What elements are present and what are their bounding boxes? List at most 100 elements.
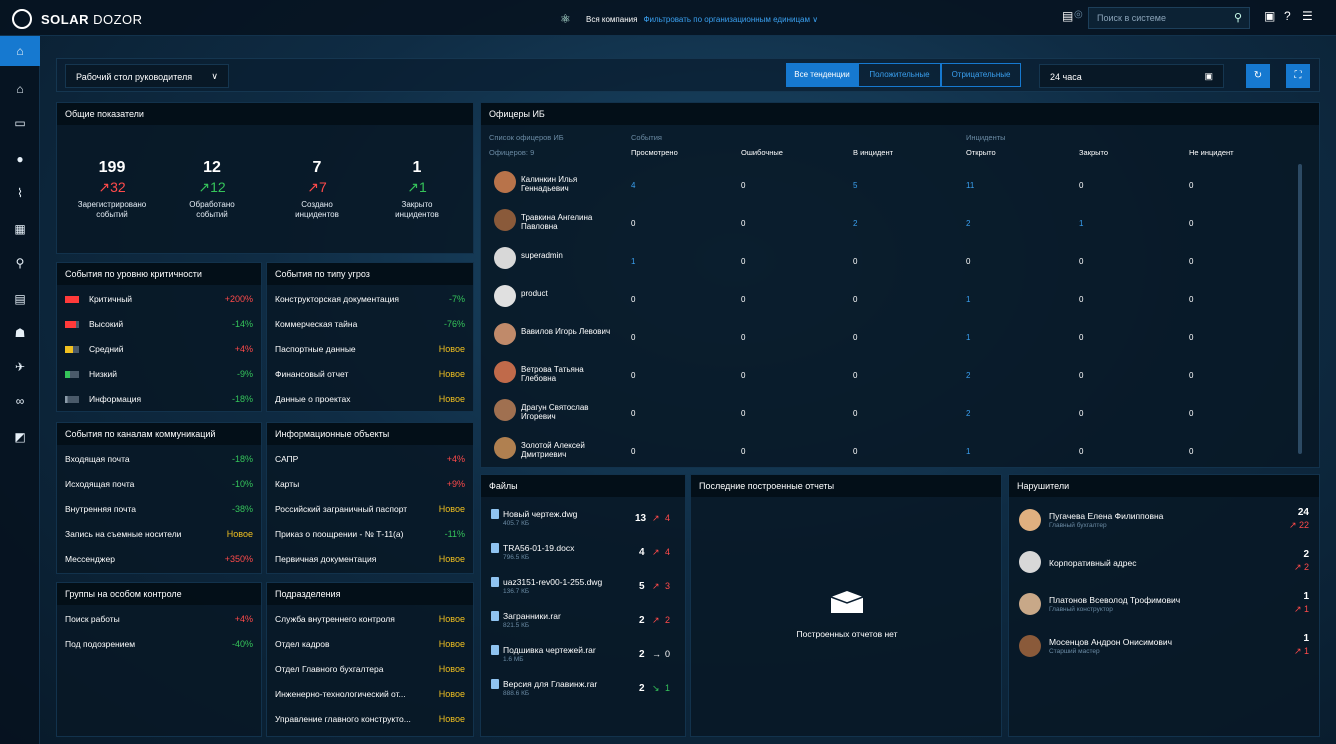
officer-cell[interactable]: 0: [631, 219, 635, 228]
officer-cell[interactable]: 11: [966, 181, 974, 190]
column-header[interactable]: В инцидент: [853, 148, 893, 157]
officer-cell[interactable]: 0: [741, 333, 745, 342]
officer-cell[interactable]: 0: [853, 447, 857, 456]
officer-cell[interactable]: 0: [631, 333, 635, 342]
file-name[interactable]: Новый чертеж.dwg: [503, 509, 577, 519]
department-row[interactable]: Отдел кадров Новое: [275, 636, 465, 652]
officer-name[interactable]: Золотой Алексей Дмитриевич: [521, 441, 611, 459]
file-name[interactable]: TRA56-01-19.docx: [503, 543, 574, 553]
infoobject-row[interactable]: САПР +4%: [275, 451, 465, 467]
channel-row[interactable]: Мессенджер +350%: [65, 551, 253, 567]
officer-cell[interactable]: 0: [1079, 295, 1083, 304]
home-icon[interactable]: ⌂: [0, 36, 40, 66]
officer-name[interactable]: Ветрова Татьяна Глебовна: [521, 365, 611, 383]
channel-row[interactable]: Внутренняя почта -38%: [65, 501, 253, 517]
officer-cell[interactable]: 1: [631, 257, 635, 266]
infoobject-row[interactable]: Карты +9%: [275, 476, 465, 492]
officer-cell[interactable]: 0: [1189, 371, 1193, 380]
kpi-created[interactable]: 7 ↗7 Создано инцидентов: [282, 159, 352, 220]
plane-icon[interactable]: ✈: [0, 352, 40, 382]
officer-cell[interactable]: 0: [1189, 447, 1193, 456]
search-nav-icon[interactable]: ⚲: [0, 248, 40, 278]
officer-cell[interactable]: 5: [853, 181, 857, 190]
officer-cell[interactable]: 0: [631, 371, 635, 380]
officer-cell[interactable]: 1: [966, 333, 970, 342]
violator-name[interactable]: Мосенцов Андрон Онисимович: [1049, 637, 1172, 647]
officer-cell[interactable]: 0: [741, 371, 745, 380]
officer-cell[interactable]: 0: [631, 295, 635, 304]
officer-cell[interactable]: 2: [966, 219, 970, 228]
officer-name[interactable]: Драгун Святослав Игоревич: [521, 403, 611, 421]
officer-cell[interactable]: 0: [1189, 409, 1193, 418]
officer-cell[interactable]: 0: [1079, 333, 1083, 342]
officers-scrollbar[interactable]: [1298, 164, 1302, 454]
officer-name[interactable]: Травкина Ангелина Павловна: [521, 213, 611, 231]
column-header[interactable]: Открыто: [966, 148, 996, 157]
officer-name[interactable]: Калинкин Илья Геннадьевич: [521, 175, 611, 193]
officer-cell[interactable]: 0: [853, 409, 857, 418]
column-header[interactable]: Не инцидент: [1189, 148, 1234, 157]
kpi-processed[interactable]: 12 ↗12 Обработано событий: [177, 159, 247, 220]
officer-cell[interactable]: 0: [1189, 333, 1193, 342]
kpi-closed[interactable]: 1 ↗1 Закрыто инцидентов: [382, 159, 452, 220]
trend-negative-button[interactable]: Отрицательные: [941, 63, 1021, 87]
kpi-registered[interactable]: 199 ↗32 Зарегистрировано событий: [77, 159, 147, 220]
officer-cell[interactable]: 0: [853, 257, 857, 266]
violator-name[interactable]: Пугачева Елена Филипповна: [1049, 511, 1163, 521]
department-row[interactable]: Инженерно-технологический от... Новое: [275, 686, 465, 702]
officer-cell[interactable]: 2: [966, 409, 970, 418]
criticality-row[interactable]: Низкий -9%: [65, 366, 253, 382]
department-row[interactable]: Отдел Главного бухгалтера Новое: [275, 661, 465, 677]
file-name[interactable]: Подшивка чертежей.rar: [503, 645, 596, 655]
officer-cell[interactable]: 2: [966, 371, 970, 380]
violator-name[interactable]: Платонов Всеволод Трофимович: [1049, 595, 1180, 605]
user-menu-icon[interactable]: ☰: [1302, 9, 1313, 23]
officer-cell[interactable]: 0: [853, 371, 857, 380]
officer-cell[interactable]: 0: [1189, 181, 1193, 190]
fullscreen-button[interactable]: ⛶: [1286, 64, 1310, 88]
threat-row[interactable]: Паспортные данные Новое: [275, 341, 465, 357]
column-header[interactable]: Ошибочные: [741, 148, 783, 157]
refresh-button[interactable]: ↻: [1246, 64, 1270, 88]
officer-cell[interactable]: 0: [741, 409, 745, 418]
trend-all-button[interactable]: Все тенденции: [786, 63, 858, 87]
group-row[interactable]: Под подозрением -40%: [65, 636, 253, 652]
file-name[interactable]: Загранники.rar: [503, 611, 561, 621]
column-header[interactable]: Просмотрено: [631, 148, 678, 157]
officer-cell[interactable]: 0: [741, 181, 745, 190]
officer-cell[interactable]: 0: [853, 333, 857, 342]
bitcoin-icon[interactable]: ●: [0, 144, 40, 174]
officer-name[interactable]: superadmin: [521, 251, 611, 260]
officer-cell[interactable]: 0: [1079, 257, 1083, 266]
infoobject-row[interactable]: Первичная документация Новое: [275, 551, 465, 567]
trend-positive-button[interactable]: Положительные: [858, 63, 941, 87]
channel-row[interactable]: Исходящая почта -10%: [65, 476, 253, 492]
officer-cell[interactable]: 0: [1079, 371, 1083, 380]
officer-cell[interactable]: 0: [741, 447, 745, 456]
officer-cell[interactable]: 1: [1079, 219, 1083, 228]
officer-cell[interactable]: 1: [966, 295, 970, 304]
police-icon[interactable]: ☗: [0, 318, 40, 348]
notes-icon[interactable]: ▣: [1264, 9, 1275, 23]
panel-toggle-icon[interactable]: ▤: [1062, 9, 1073, 23]
calendar-icon[interactable]: ▦: [0, 214, 40, 244]
threat-row[interactable]: Конструкторская документация -7%: [275, 291, 465, 307]
officer-cell[interactable]: 0: [1189, 257, 1193, 266]
file-name[interactable]: uaz3151-rev00-1-255.dwg: [503, 577, 602, 587]
table-icon[interactable]: ▤: [0, 284, 40, 314]
desktop-selector[interactable]: Рабочий стол руководителя ∨: [65, 64, 229, 88]
criticality-row[interactable]: Высокий -14%: [65, 316, 253, 332]
infoobject-row[interactable]: Российский заграничный паспорт Новое: [275, 501, 465, 517]
officer-cell[interactable]: 0: [1189, 219, 1193, 228]
criticality-row[interactable]: Информация -18%: [65, 391, 253, 407]
globe-icon[interactable]: ◎: [1074, 9, 1083, 20]
threat-row[interactable]: Данные о проектах Новое: [275, 391, 465, 407]
officer-cell[interactable]: 0: [631, 409, 635, 418]
officer-cell[interactable]: 0: [631, 447, 635, 456]
search-icon[interactable]: ⚲: [1234, 11, 1242, 24]
channel-row[interactable]: Входящая почта -18%: [65, 451, 253, 467]
period-selector[interactable]: 24 часа ▣: [1039, 64, 1224, 88]
officer-cell[interactable]: 1: [966, 447, 970, 456]
officer-cell[interactable]: 0: [1079, 447, 1083, 456]
threat-row[interactable]: Финансовый отчет Новое: [275, 366, 465, 382]
